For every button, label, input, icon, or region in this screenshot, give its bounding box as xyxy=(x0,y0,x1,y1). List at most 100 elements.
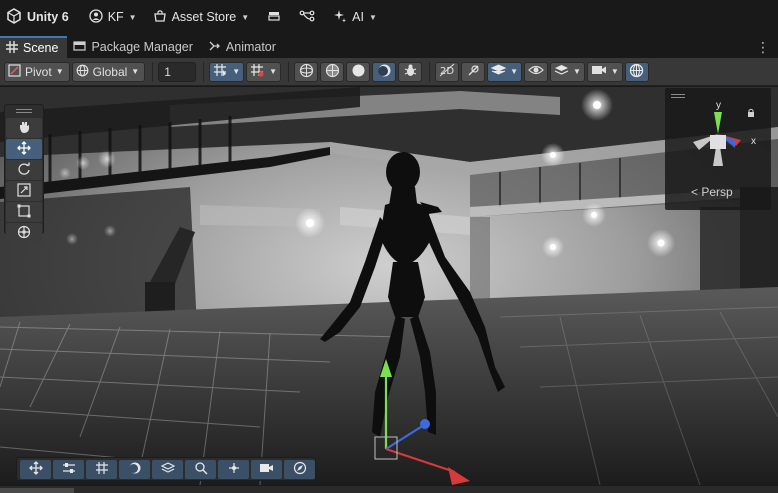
grid-snap-overlay-button[interactable] xyxy=(86,459,117,479)
scene-render xyxy=(0,87,778,485)
chevron-down-icon: ▼ xyxy=(510,67,518,76)
rotate-tool-button[interactable] xyxy=(6,160,42,180)
global-dropdown[interactable]: Global ▼ xyxy=(71,61,146,82)
sparkle-icon xyxy=(333,9,347,26)
version-control-button[interactable] xyxy=(293,5,321,29)
debug-draw-mode-button[interactable] xyxy=(398,61,423,82)
scale-tool-button[interactable] xyxy=(6,181,42,201)
asset-store-dropdown[interactable]: Asset Store ▼ xyxy=(147,5,256,29)
unity-editor: Unity 6 KF ▼ Asset Store ▼ AI ▼ Scene Pa… xyxy=(0,0,778,493)
snap-grid-icon xyxy=(250,63,265,80)
lit-sphere-icon xyxy=(128,461,142,478)
effects-layers-icon xyxy=(490,63,507,80)
move-tool-button[interactable] xyxy=(6,139,42,159)
app-title: Unity 6 xyxy=(27,10,69,24)
pivot-icon xyxy=(8,63,21,80)
pivot-label: Pivot xyxy=(25,64,52,79)
wireframe-sphere-icon xyxy=(299,63,314,81)
toggle-2d-button[interactable]: 2D xyxy=(435,61,460,82)
eye-icon xyxy=(528,64,544,79)
orientation-overlay-button[interactable] xyxy=(218,459,249,479)
compass-overlay-button[interactable] xyxy=(284,459,315,479)
shaded-button[interactable] xyxy=(346,61,371,82)
asset-store-icon xyxy=(153,9,167,26)
divider xyxy=(429,61,431,82)
tab-scene[interactable]: Scene xyxy=(0,36,68,58)
tools-overlay xyxy=(4,104,44,243)
chevron-down-icon: ▼ xyxy=(128,12,137,22)
hand-icon xyxy=(17,120,31,137)
overlay-toolbar xyxy=(16,457,316,481)
ai-label: AI xyxy=(352,10,364,24)
solid-sphere-icon xyxy=(351,63,366,81)
chevron-down-icon: ▼ xyxy=(131,67,140,76)
increment-snap-dropdown[interactable]: ▼ xyxy=(246,61,282,82)
account-dropdown[interactable]: KF ▼ xyxy=(83,5,143,29)
draw-layers-dropdown[interactable]: ▼ xyxy=(549,61,585,82)
package-icon xyxy=(73,40,87,55)
bug-icon xyxy=(403,63,418,81)
svg-text:2D: 2D xyxy=(440,66,454,77)
chevron-down-icon: ▼ xyxy=(610,67,619,76)
gizmo-globe-icon xyxy=(629,63,644,81)
rect-transform-icon xyxy=(17,204,31,221)
tab-label: Animator xyxy=(225,40,276,54)
chevron-down-icon: ▼ xyxy=(269,67,278,76)
shaded-wireframe-button[interactable] xyxy=(320,61,345,82)
kebab-menu-icon[interactable]: ⋮ xyxy=(756,40,770,54)
scene-viewport[interactable] xyxy=(0,87,778,485)
tab-label: Package Manager xyxy=(91,40,193,54)
move-arrows-icon xyxy=(17,140,31,158)
transform-icon xyxy=(17,225,31,242)
pivot-dropdown[interactable]: Pivot ▼ xyxy=(4,61,70,82)
status-bar xyxy=(0,486,778,493)
scene-visibility-button[interactable] xyxy=(523,61,548,82)
tool-settings-button[interactable] xyxy=(53,459,84,479)
axis-y-label: y xyxy=(716,100,721,111)
global-label: Global xyxy=(92,64,128,79)
divider xyxy=(288,61,290,82)
camera-settings-dropdown[interactable]: ▼ xyxy=(586,61,623,82)
wireframe-shading-button[interactable] xyxy=(294,61,319,82)
mode-2d-icon: 2D xyxy=(439,63,455,80)
tab-package-manager[interactable]: Package Manager xyxy=(67,36,201,58)
transform-tool-button[interactable] xyxy=(6,223,42,243)
chevron-down-icon: ▼ xyxy=(241,12,250,22)
move-overlay-button[interactable] xyxy=(20,459,51,479)
scene-toolbar: Pivot ▼ Global ▼ 1 ▼ ▼ 2D ▼ ▼ ▼ xyxy=(0,58,778,86)
divider xyxy=(203,61,205,82)
hand-tool-button[interactable] xyxy=(6,118,42,138)
grid-snap-value-field[interactable]: 1 xyxy=(158,61,197,82)
horizontal-scrollbar[interactable] xyxy=(0,488,74,493)
grid-snap-icon xyxy=(95,461,109,478)
effects-dropdown[interactable]: ▼ xyxy=(487,61,522,82)
grid-snapping-dropdown[interactable]: ▼ xyxy=(209,61,245,82)
rect-tool-button[interactable] xyxy=(6,202,42,222)
axis-x-label: x xyxy=(751,136,756,147)
search-overlay-button[interactable] xyxy=(185,459,216,479)
camera-icon xyxy=(259,462,274,477)
toggle-lighting-button[interactable] xyxy=(461,61,486,82)
gizmos-toggle-button[interactable] xyxy=(624,61,649,82)
chevron-down-icon: ▼ xyxy=(572,67,581,76)
layers-button[interactable] xyxy=(261,5,287,29)
drag-handle[interactable] xyxy=(5,105,43,117)
shading-overlay-button[interactable] xyxy=(119,459,150,479)
tab-animator[interactable]: Animator xyxy=(202,36,285,58)
lit-sphere-icon xyxy=(377,63,392,81)
unity-logo-icon xyxy=(6,7,22,27)
light-off-icon xyxy=(466,63,481,81)
effects-overlay-button[interactable] xyxy=(152,459,183,479)
lit-shading-button[interactable] xyxy=(372,61,397,82)
projection-toggle[interactable]: < Persp xyxy=(691,185,733,199)
layers-icon xyxy=(267,9,281,26)
compass-icon xyxy=(293,461,307,478)
unity-menu[interactable]: Unity 6 xyxy=(0,5,75,29)
scene-orientation-gizmo[interactable]: y x < Persp xyxy=(665,88,771,210)
axes-icon xyxy=(227,461,241,478)
ai-dropdown[interactable]: AI ▼ xyxy=(327,5,383,29)
account-label: KF xyxy=(107,10,124,24)
search-icon xyxy=(194,461,208,478)
grid-snap-icon xyxy=(213,63,228,80)
camera-overlay-button[interactable] xyxy=(251,459,282,479)
